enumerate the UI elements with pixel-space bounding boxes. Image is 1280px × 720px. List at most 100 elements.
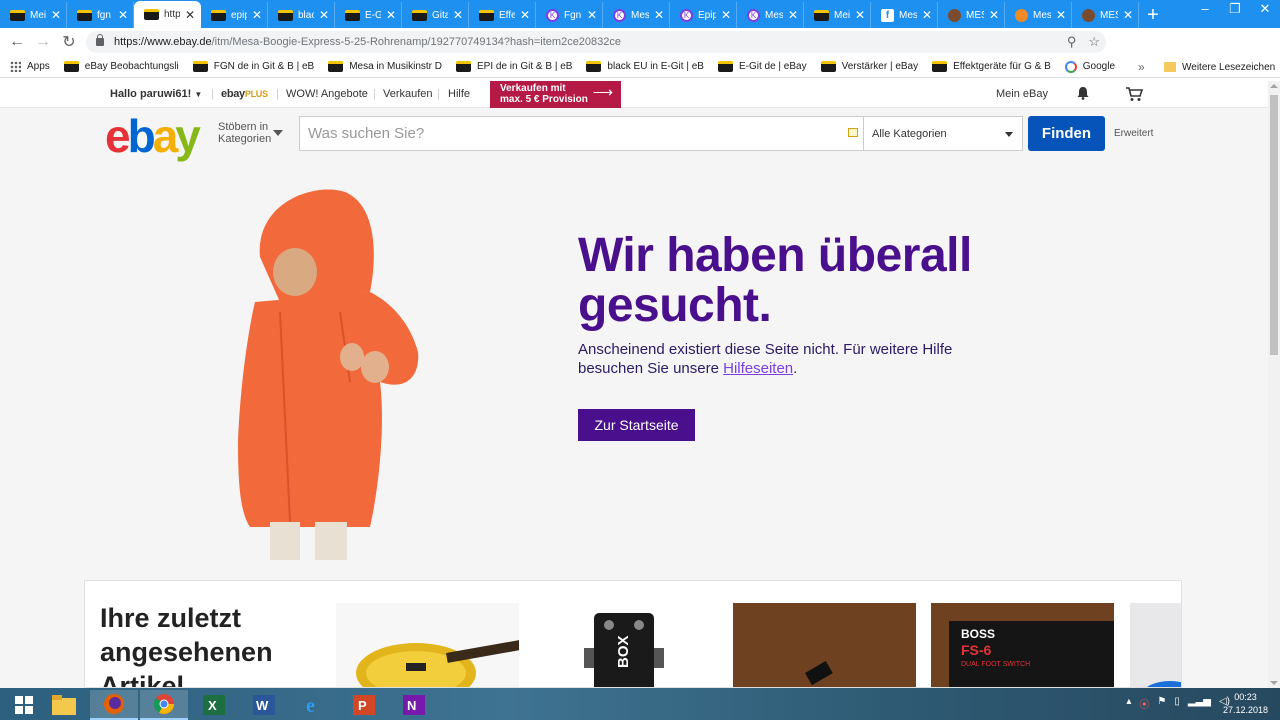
taskbar-clock[interactable]: 00:23 27.12.2018 (1223, 691, 1268, 717)
scroll-down-icon[interactable] (1270, 681, 1278, 685)
bookmark-item[interactable]: eBay Beobachtungsli (63, 61, 179, 72)
firefox-icon[interactable] (90, 690, 138, 720)
browser-tab[interactable]: Mein eB ✕ (804, 2, 871, 28)
ebay-icon (412, 9, 427, 21)
browser-tab[interactable]: K Fgn, Mu ✕ (536, 2, 603, 28)
network-icon[interactable]: ▂▃▅ (1188, 696, 1211, 711)
close-tab-icon[interactable]: ✕ (721, 9, 731, 21)
powerpoint-icon[interactable]: P (340, 690, 388, 720)
internet-explorer-icon[interactable]: e (290, 690, 338, 720)
bookmark-item[interactable]: black EU in E-Git | eB (586, 61, 704, 72)
tray-overflow-icon[interactable]: ▴ (1126, 696, 1131, 711)
flag-icon[interactable]: ⚑ (1157, 696, 1166, 711)
page-scrollbar[interactable] (1268, 81, 1280, 688)
browser-tab[interactable]: K Mesa Bo ✕ (603, 2, 670, 28)
close-tab-icon[interactable]: ✕ (1056, 9, 1066, 21)
shopping-cart-icon[interactable] (1125, 86, 1143, 102)
close-tab-icon[interactable]: ✕ (587, 9, 597, 21)
google-icon (1064, 60, 1077, 73)
browser-tab[interactable]: blac ✕ (268, 2, 335, 28)
browser-tab[interactable]: Mesa B ✕ (1005, 2, 1072, 28)
home-button[interactable]: Zur Startseite (578, 409, 695, 441)
battery-icon[interactable]: ▯ (1174, 696, 1180, 711)
browse-categories-button[interactable]: Stöbern in Kategorien (218, 121, 271, 145)
browser-tab[interactable]: E-Gi ✕ (335, 2, 402, 28)
scrollbar-thumb[interactable] (1270, 95, 1278, 355)
bookmark-item[interactable]: Apps (10, 61, 50, 72)
new-tab-button[interactable]: + (1139, 2, 1167, 28)
greeting-menu[interactable]: Hallo paruwi61! ▼ (110, 88, 202, 100)
bookmark-item[interactable]: FGN de in Git & B | eB (192, 61, 314, 72)
browser-tab[interactable]: MESA/E ✕ (938, 2, 1005, 28)
close-tab-icon[interactable]: ✕ (386, 9, 396, 21)
zoom-icon[interactable]: ⚲ (1067, 34, 1077, 50)
other-bookmarks-folder[interactable]: Weitere Lesezeichen (1164, 56, 1275, 78)
keyboard-icon[interactable] (848, 128, 858, 137)
recent-item-guitar[interactable] (336, 603, 519, 687)
close-tab-icon[interactable]: ✕ (185, 9, 195, 21)
sell-link[interactable]: Verkaufen (383, 88, 433, 100)
close-tab-icon[interactable]: ✕ (453, 9, 463, 21)
browser-tab[interactable]: epip ✕ (201, 2, 268, 28)
close-tab-icon[interactable]: ✕ (654, 9, 664, 21)
adobe-tray-icon[interactable]: ⦿ (1139, 696, 1149, 711)
close-tab-icon[interactable]: ✕ (520, 9, 530, 21)
browser-tab[interactable]: Gita ✕ (402, 2, 469, 28)
notification-bell-icon[interactable] (1076, 86, 1090, 100)
browser-tab[interactable]: http ✕ (134, 1, 201, 28)
find-button[interactable]: Finden (1028, 116, 1105, 151)
browser-tab[interactable]: K Epiphon ✕ (670, 2, 737, 28)
ebay-logo[interactable]: ebay (105, 111, 201, 161)
recent-item-boss-fs6[interactable]: BOSS FS-6 DUAL FOOT SWITCH (931, 603, 1114, 687)
close-tab-icon[interactable]: ✕ (922, 9, 932, 21)
url-field[interactable]: https://www.ebay.de/itm/Mesa-Boogie-Expr… (86, 31, 1106, 53)
reload-icon[interactable]: ↻ (56, 32, 82, 52)
minimize-icon[interactable]: – (1190, 0, 1220, 20)
close-tab-icon[interactable]: ✕ (989, 9, 999, 21)
forward-arrow-icon[interactable]: → (30, 33, 56, 51)
browser-tab[interactable]: Mei ✕ (0, 2, 67, 28)
bookmark-item[interactable]: EPI de in Git & B | eB (456, 61, 572, 72)
advanced-search-link[interactable]: Erweitert (1114, 128, 1153, 139)
close-tab-icon[interactable]: ✕ (118, 9, 128, 21)
excel-icon[interactable]: X (190, 690, 238, 720)
close-tab-icon[interactable]: ✕ (319, 9, 329, 21)
restore-icon[interactable]: ❐ (1220, 0, 1250, 20)
facebook-icon: f (881, 8, 894, 22)
sell-promo-banner[interactable]: Verkaufen mit max. 5 € Provision ⟶ (490, 81, 621, 108)
close-tab-icon[interactable]: ✕ (51, 9, 61, 21)
help-pages-link[interactable]: Hilfeseiten (723, 360, 793, 377)
browser-tab[interactable]: K Mesa B ✕ (737, 2, 804, 28)
my-ebay-link[interactable]: Mein eBay (996, 88, 1048, 100)
ebay-plus-link[interactable]: ebayPLUS (221, 88, 268, 100)
browser-tab[interactable]: fgn ✕ (67, 2, 134, 28)
deals-link[interactable]: WOW! Angebote (286, 88, 368, 100)
close-tab-icon[interactable]: ✕ (1123, 9, 1133, 21)
bookmark-item[interactable]: Verstärker | eBay (820, 61, 918, 72)
browser-tab[interactable]: MESA/E ✕ (1072, 2, 1139, 28)
close-window-icon[interactable]: ✕ (1250, 0, 1280, 20)
bookmark-star-icon[interactable]: ☆ (1088, 34, 1100, 50)
browser-tab[interactable]: Effe ✕ (469, 2, 536, 28)
recent-item-small-pedal[interactable] (733, 603, 916, 687)
bookmark-item[interactable]: Google (1064, 60, 1115, 73)
bookmarks-overflow[interactable]: » (1138, 56, 1145, 78)
bookmark-item[interactable]: Mesa in Musikinstr D (328, 61, 442, 72)
bookmark-item[interactable]: Effektgeräte für G & B (932, 61, 1051, 72)
bookmark-item[interactable]: E-Git de | eBay (717, 61, 807, 72)
file-explorer-icon[interactable] (40, 690, 88, 720)
browser-tab[interactable]: f Mesa/B ✕ (871, 2, 938, 28)
help-link[interactable]: Hilfe (448, 88, 470, 100)
close-tab-icon[interactable]: ✕ (788, 9, 798, 21)
back-arrow-icon[interactable]: ← (4, 33, 30, 51)
close-tab-icon[interactable]: ✕ (252, 9, 262, 21)
chrome-icon[interactable] (140, 690, 188, 720)
word-icon[interactable]: W (240, 690, 288, 720)
close-tab-icon[interactable]: ✕ (855, 9, 865, 21)
category-select[interactable]: Alle Kategorien (863, 116, 1023, 151)
onenote-icon[interactable]: N (390, 690, 438, 720)
recent-item-box-pedal[interactable]: BOX (534, 603, 717, 687)
scroll-up-icon[interactable] (1270, 84, 1278, 88)
recent-item-partial[interactable] (1130, 603, 1181, 687)
search-input[interactable] (300, 117, 863, 150)
